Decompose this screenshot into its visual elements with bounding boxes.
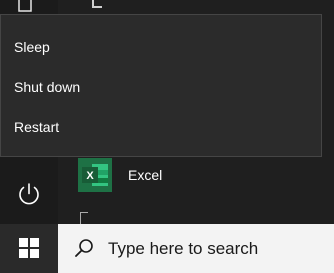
windows-logo-icon [19,238,39,258]
excel-icon[interactable]: X [78,158,112,192]
screen: X Excel Sleep Shut down Restart Type her… [0,0,334,273]
shut-down-menu-item[interactable]: Shut down [1,67,321,107]
taskbar: Type here to search [0,224,334,273]
app-list-scroll-edge [92,0,102,8]
app-list-next-item [80,212,88,224]
taskbar-search-box[interactable]: Type here to search [58,224,334,273]
sleep-menu-item[interactable]: Sleep [1,27,321,67]
restart-menu-item[interactable]: Restart [1,107,321,147]
search-icon [75,239,93,257]
document-icon[interactable] [18,0,32,12]
power-flyout-menu: Sleep Shut down Restart [0,14,322,157]
search-placeholder: Type here to search [108,239,259,258]
start-button[interactable] [0,224,58,273]
excel-label: Excel [128,167,163,183]
svg-text:X: X [86,170,94,182]
power-icon[interactable] [10,175,48,213]
